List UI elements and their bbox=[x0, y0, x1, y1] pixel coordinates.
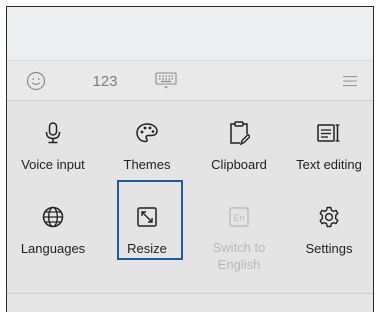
text-editing-label: Text editing bbox=[296, 157, 362, 172]
gear-icon bbox=[319, 206, 339, 228]
settings-label: Settings bbox=[305, 241, 353, 256]
hamburger-icon bbox=[343, 76, 357, 87]
en-icon: En bbox=[229, 206, 249, 227]
emoji-button[interactable] bbox=[21, 61, 51, 101]
clipboard-icon bbox=[230, 121, 250, 146]
keyboard-options-grid: Voice input Themes Clipboard Text editin… bbox=[7, 101, 373, 293]
themes-option[interactable]: Themes bbox=[101, 109, 193, 189]
numbers-label: 123 bbox=[92, 72, 118, 90]
settings-option[interactable]: Settings bbox=[283, 193, 373, 273]
keyboard-panel: 123 Voice input Themes Clipboard Text ed… bbox=[6, 6, 374, 312]
keyboard-icon bbox=[155, 72, 177, 89]
resize-option[interactable]: Resize bbox=[101, 193, 193, 273]
keyboard-button[interactable] bbox=[151, 61, 181, 101]
toolbar-menu-button[interactable] bbox=[335, 61, 365, 101]
smiley-icon bbox=[26, 71, 46, 91]
clipboard-label: Clipboard bbox=[211, 157, 267, 172]
palette-icon bbox=[136, 123, 158, 143]
keyboard-toolbar: 123 bbox=[7, 61, 373, 101]
resize-label: Resize bbox=[127, 241, 167, 256]
clipboard-option[interactable]: Clipboard bbox=[193, 109, 285, 189]
switch-to-english-line1: Switch to bbox=[212, 240, 266, 255]
text-editing-option[interactable]: Text editing bbox=[283, 109, 373, 189]
globe-icon bbox=[42, 206, 64, 228]
svg-text:En: En bbox=[233, 213, 244, 223]
switch-to-english-line2: English bbox=[217, 257, 261, 272]
voice-input-option[interactable]: Voice input bbox=[7, 109, 99, 189]
text-input-area[interactable] bbox=[7, 7, 373, 61]
resize-icon bbox=[137, 207, 157, 227]
voice-input-label: Voice input bbox=[21, 157, 85, 172]
themes-label: Themes bbox=[123, 157, 171, 172]
languages-option[interactable]: Languages bbox=[7, 193, 99, 273]
switch-to-english-option[interactable]: En Switch to English bbox=[193, 193, 285, 273]
numbers-button[interactable]: 123 bbox=[85, 61, 125, 101]
text-editing-icon bbox=[317, 124, 340, 142]
languages-label: Languages bbox=[20, 241, 86, 256]
microphone-icon bbox=[45, 122, 61, 144]
keyboard-bottom-area bbox=[7, 294, 373, 312]
switch-to-english-label: Switch to English bbox=[213, 239, 266, 273]
